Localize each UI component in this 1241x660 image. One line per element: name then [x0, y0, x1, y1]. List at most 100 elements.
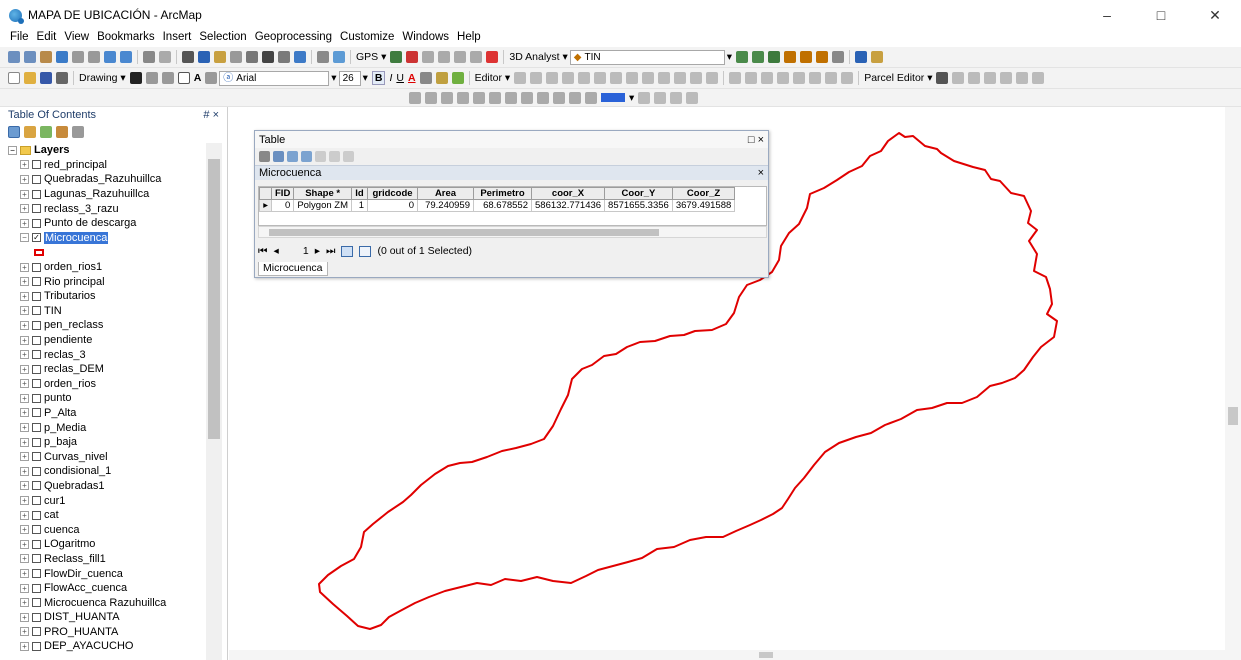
editor-menu[interactable]: Editor ▾	[475, 72, 511, 84]
expand-icon[interactable]: +	[20, 160, 29, 170]
clear-selection-icon[interactable]	[159, 51, 171, 63]
zoom-in-icon[interactable]	[8, 51, 20, 63]
zoom-in-layout-icon[interactable]	[409, 91, 421, 104]
gps-connect-icon[interactable]	[390, 51, 403, 63]
endpoint-arc-icon[interactable]	[562, 72, 575, 84]
rotate-edit-icon[interactable]	[658, 72, 671, 84]
expand-icon[interactable]: +	[20, 408, 29, 418]
expand-icon[interactable]: +	[20, 510, 29, 520]
layer-visibility-checkbox[interactable]	[32, 262, 41, 272]
column-header[interactable]: Area	[417, 187, 474, 200]
toc-layer[interactable]: + reclass_3_razu	[0, 201, 205, 216]
html-popup-icon[interactable]	[230, 51, 242, 63]
arcglobe-icon[interactable]	[871, 51, 884, 63]
expand-icon[interactable]: +	[20, 452, 29, 462]
layer-visibility-checkbox[interactable]	[32, 481, 41, 491]
expand-icon[interactable]: +	[20, 335, 29, 345]
edit-vertices-icon[interactable]	[594, 72, 607, 84]
row-selector[interactable]: ▸	[259, 199, 272, 212]
map-horizontal-scroll-thumb[interactable]	[759, 652, 773, 658]
parcel-editor-menu[interactable]: Parcel Editor ▾	[864, 72, 932, 84]
layer-visibility-checkbox[interactable]	[32, 379, 41, 389]
chevron-down-icon[interactable]: ▾	[331, 72, 336, 84]
expand-icon[interactable]: +	[20, 554, 29, 564]
full-extent-icon[interactable]	[56, 51, 68, 63]
toc-scroll-thumb[interactable]	[208, 159, 220, 439]
pan-layout-icon[interactable]	[441, 91, 453, 104]
identify-icon[interactable]	[198, 51, 210, 63]
expand-icon[interactable]: +	[20, 583, 29, 593]
table-horizontal-scrollbar[interactable]	[258, 226, 767, 238]
layout-tool-icon[interactable]	[553, 91, 565, 104]
interpolate-point-icon[interactable]	[784, 51, 797, 63]
layer-visibility-checkbox[interactable]	[32, 174, 41, 184]
layout-grid-icon[interactable]	[569, 91, 581, 104]
toc-layer[interactable]: + FlowDir_cuenca	[0, 566, 205, 581]
generalize-icon[interactable]	[841, 72, 854, 84]
toc-layer[interactable]: + cat	[0, 508, 205, 523]
bold-button[interactable]: B	[371, 71, 386, 85]
expand-icon[interactable]: +	[20, 218, 29, 228]
zoom-whole-page-icon[interactable]	[161, 72, 174, 84]
toc-layer[interactable]: + Quebradas1	[0, 479, 205, 494]
toc-layer[interactable]: + punto	[0, 391, 205, 406]
fixed-zoom-out-icon[interactable]	[88, 51, 100, 63]
layer-visibility-checkbox[interactable]	[32, 291, 41, 301]
list-by-source-icon[interactable]	[24, 126, 36, 138]
profile-graph-icon[interactable]	[832, 51, 845, 63]
layers-root[interactable]: − Layers	[0, 143, 205, 158]
toc-layer[interactable]: + pen_reclass	[0, 318, 205, 333]
gps-log-icon[interactable]	[438, 51, 451, 63]
table-options-icon[interactable]	[259, 151, 270, 162]
previous-record-button[interactable]: ◂	[273, 245, 278, 257]
select-elements-icon[interactable]	[129, 72, 142, 84]
forward-icon[interactable]	[120, 51, 132, 63]
menu-edit[interactable]: Edit	[33, 29, 61, 43]
rotate-icon[interactable]	[145, 72, 158, 84]
expand-icon[interactable]: +	[20, 174, 29, 184]
expand-icon[interactable]: +	[20, 466, 29, 476]
fill-color-icon[interactable]	[419, 72, 432, 84]
line-of-sight-icon[interactable]	[768, 51, 781, 63]
layer-visibility-checkbox[interactable]	[32, 189, 41, 199]
parcel-construct-icon[interactable]	[1016, 72, 1029, 84]
layout-guides-icon[interactable]	[585, 91, 597, 104]
layer-visibility-checkbox[interactable]	[32, 408, 41, 418]
column-header[interactable]: gridcode	[367, 187, 418, 200]
map-topology-icon[interactable]	[825, 72, 838, 84]
layer-visibility-checkbox[interactable]	[32, 277, 41, 287]
close-button[interactable]: ✕	[1200, 4, 1230, 26]
edit-annotation-icon[interactable]	[530, 72, 543, 84]
layer-visibility-checkbox[interactable]	[32, 598, 41, 608]
sketch-properties-icon[interactable]	[690, 72, 703, 84]
attributes-icon[interactable]	[674, 72, 687, 84]
layer-visibility-checkbox[interactable]	[32, 335, 41, 345]
toc-layer[interactable]: + cur1	[0, 493, 205, 508]
back-icon[interactable]	[104, 51, 116, 63]
toc-layer[interactable]: + Tributarios	[0, 289, 205, 304]
toggle-draft-icon[interactable]	[489, 91, 501, 104]
steepest-path-icon[interactable]	[752, 51, 765, 63]
toc-layer[interactable]: + p_Media	[0, 420, 205, 435]
table-cell[interactable]: 68.678552	[473, 199, 532, 212]
toc-layer[interactable]: + DIST_HUANTA	[0, 610, 205, 625]
menu-geoprocessing[interactable]: Geoprocessing	[251, 29, 336, 43]
expand-icon[interactable]: +	[20, 539, 29, 549]
fix-topology-icon[interactable]	[793, 72, 806, 84]
clear-selection-icon[interactable]	[315, 151, 326, 162]
expand-icon[interactable]: +	[20, 277, 29, 287]
measure-icon[interactable]	[246, 51, 258, 63]
expand-icon[interactable]: +	[20, 612, 29, 622]
3d-analyst-menu[interactable]: 3D Analyst ▾	[509, 51, 567, 63]
time-slider-icon[interactable]	[317, 51, 329, 63]
edit-tool-icon[interactable]	[514, 72, 527, 84]
error-inspector-icon[interactable]	[809, 72, 822, 84]
layer-visibility-checkbox[interactable]	[32, 452, 41, 462]
menu-customize[interactable]: Customize	[336, 29, 398, 43]
edit-vertices-icon[interactable]	[205, 72, 218, 84]
toc-layer[interactable]: + Reclass_fill1	[0, 552, 205, 567]
toc-layer[interactable]: + LOgaritmo	[0, 537, 205, 552]
toc-layer[interactable]: + Rio principal	[0, 274, 205, 289]
menu-windows[interactable]: Windows	[398, 29, 453, 43]
italic-button[interactable]: I	[389, 72, 392, 84]
